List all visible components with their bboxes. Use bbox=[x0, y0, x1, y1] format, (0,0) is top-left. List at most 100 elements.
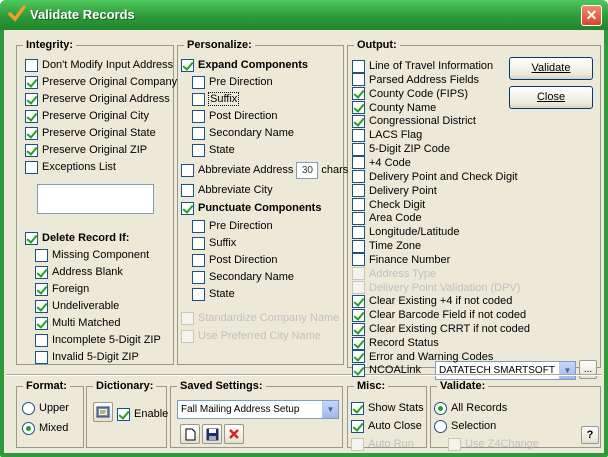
checkbox-box[interactable] bbox=[352, 294, 365, 308]
checkbox-box[interactable] bbox=[352, 142, 365, 156]
ncoalink-browse-button[interactable]: ... bbox=[579, 360, 597, 379]
close-window-button[interactable]: ✕ bbox=[581, 5, 602, 26]
checkbox-box[interactable] bbox=[352, 363, 365, 377]
checkbox-box[interactable] bbox=[181, 163, 194, 177]
checkbox-box[interactable] bbox=[192, 143, 205, 157]
integrity-preserve-original-state-checkbox[interactable]: Preserve Original State bbox=[25, 125, 156, 141]
delete-multi-matched-checkbox[interactable]: Multi Matched bbox=[35, 315, 120, 331]
checkbox-box[interactable] bbox=[25, 160, 38, 174]
integrity-preserve-original-city-checkbox[interactable]: Preserve Original City bbox=[25, 108, 149, 124]
abbreviate-address-checkbox[interactable]: Abbreviate Address 30 chars bbox=[181, 161, 348, 179]
radio-button[interactable] bbox=[434, 419, 447, 433]
punctuate-suffix-checkbox[interactable]: Suffix bbox=[192, 235, 236, 251]
checkbox-box[interactable] bbox=[352, 253, 365, 267]
validate-button[interactable]: Validate bbox=[509, 57, 593, 80]
checkbox-box[interactable] bbox=[192, 109, 205, 123]
checkbox-box[interactable] bbox=[352, 101, 365, 115]
checkbox-box[interactable] bbox=[35, 350, 48, 364]
help-button[interactable]: ? bbox=[581, 426, 599, 444]
checkbox-box[interactable] bbox=[352, 336, 365, 350]
punctuate-state-checkbox[interactable]: State bbox=[192, 286, 235, 302]
checkbox-box[interactable] bbox=[25, 58, 38, 72]
title-bar[interactable]: Validate Records ✕ bbox=[0, 0, 608, 30]
checkbox-box[interactable] bbox=[192, 270, 205, 284]
checkbox-box[interactable] bbox=[35, 333, 48, 347]
expand-secondary-name-checkbox[interactable]: Secondary Name bbox=[192, 125, 294, 141]
checkbox-box[interactable] bbox=[181, 58, 194, 72]
dictionary-icon[interactable] bbox=[93, 402, 113, 422]
checkbox-box[interactable] bbox=[192, 75, 205, 89]
format-upper-radio[interactable]: Upper bbox=[22, 400, 69, 416]
checkbox-box[interactable] bbox=[192, 126, 205, 140]
abbreviate-chars-input[interactable]: 30 bbox=[296, 161, 319, 179]
checkbox-box[interactable] bbox=[192, 253, 205, 267]
save-settings-button[interactable] bbox=[202, 424, 222, 444]
expand-pre-direction-checkbox[interactable]: Pre Direction bbox=[192, 74, 273, 90]
checkbox-box[interactable] bbox=[352, 225, 365, 239]
radio-button[interactable] bbox=[22, 421, 35, 435]
checkbox-box[interactable] bbox=[352, 211, 365, 225]
delete-undeliverable-checkbox[interactable]: Undeliverable bbox=[35, 298, 119, 314]
checkbox-box[interactable] bbox=[352, 114, 365, 128]
checkbox-box[interactable] bbox=[352, 59, 365, 73]
checkbox-box[interactable] bbox=[25, 143, 38, 157]
close-button[interactable]: Close bbox=[509, 86, 593, 109]
checkbox-box[interactable] bbox=[352, 87, 365, 101]
delete-address-blank-checkbox[interactable]: Address Blank bbox=[35, 264, 123, 280]
delete-record-if-checkbox[interactable]: Delete Record If: bbox=[25, 230, 129, 246]
validate-all-records-radio[interactable]: All Records bbox=[434, 400, 507, 416]
checkbox-box[interactable] bbox=[192, 236, 205, 250]
checkbox-box[interactable] bbox=[25, 92, 38, 106]
integrity-don-t-modify-input-address-checkbox[interactable]: Don't Modify Input Address bbox=[25, 57, 173, 73]
checkbox-box[interactable] bbox=[181, 183, 194, 197]
integrity-preserve-original-zip-checkbox[interactable]: Preserve Original ZIP bbox=[25, 142, 147, 158]
checkbox-box[interactable] bbox=[352, 73, 365, 87]
integrity-preserve-original-company-checkbox[interactable]: Preserve Original Company bbox=[25, 74, 177, 90]
checkbox-box[interactable] bbox=[25, 109, 38, 123]
delete-missing-component-checkbox[interactable]: Missing Component bbox=[35, 247, 149, 263]
checkbox-box[interactable] bbox=[35, 282, 48, 296]
checkbox-box[interactable] bbox=[117, 407, 130, 421]
checkbox-box[interactable] bbox=[25, 126, 38, 140]
punctuate-secondary-name-checkbox[interactable]: Secondary Name bbox=[192, 269, 294, 285]
checkbox-box[interactable] bbox=[192, 92, 205, 106]
punctuate-components-checkbox[interactable]: Punctuate Components bbox=[181, 200, 321, 216]
checkbox-box[interactable] bbox=[192, 219, 205, 233]
expand-post-direction-checkbox[interactable]: Post Direction bbox=[192, 108, 277, 124]
expand-components-checkbox[interactable]: Expand Components bbox=[181, 57, 308, 73]
validate-selection-radio[interactable]: Selection bbox=[434, 418, 496, 434]
checkbox-box[interactable] bbox=[181, 201, 194, 215]
checkbox-box[interactable] bbox=[352, 128, 365, 142]
checkbox-box[interactable] bbox=[192, 287, 205, 301]
saved-settings-select[interactable]: Fall Mailing Address Setup ▼ bbox=[177, 400, 339, 419]
abbreviate-city-checkbox[interactable]: Abbreviate City bbox=[181, 182, 273, 198]
checkbox-box[interactable] bbox=[35, 299, 48, 313]
checkbox-box[interactable] bbox=[35, 265, 48, 279]
integrity-exceptions-list-checkbox[interactable]: Exceptions List bbox=[25, 159, 116, 175]
checkbox-box[interactable] bbox=[352, 239, 365, 253]
punctuate-post-direction-checkbox[interactable]: Post Direction bbox=[192, 252, 277, 268]
checkbox-box[interactable] bbox=[352, 308, 365, 322]
checkbox-box[interactable] bbox=[352, 184, 365, 198]
integrity-preserve-original-address-checkbox[interactable]: Preserve Original Address bbox=[25, 91, 170, 107]
delete-incomplete-5-digit-zip-checkbox[interactable]: Incomplete 5-Digit ZIP bbox=[35, 332, 161, 348]
delete-settings-button[interactable] bbox=[224, 424, 244, 444]
punctuate-pre-direction-checkbox[interactable]: Pre Direction bbox=[192, 218, 273, 234]
radio-button[interactable] bbox=[434, 401, 447, 415]
checkbox-box[interactable] bbox=[352, 156, 365, 170]
checkbox-box[interactable] bbox=[25, 75, 38, 89]
enable-checkbox[interactable]: Enable bbox=[117, 406, 168, 422]
checkbox-box[interactable] bbox=[352, 322, 365, 336]
expand-state-checkbox[interactable]: State bbox=[192, 142, 235, 158]
checkbox-box[interactable] bbox=[35, 316, 48, 330]
ncoalink-checkbox[interactable]: NCOALink bbox=[352, 362, 421, 378]
new-settings-button[interactable] bbox=[180, 424, 200, 444]
radio-button[interactable] bbox=[22, 401, 35, 415]
checkbox-box[interactable] bbox=[352, 170, 365, 184]
checkbox-box[interactable] bbox=[351, 401, 364, 415]
delete-invalid-5-digit-zip-checkbox[interactable]: Invalid 5-Digit ZIP bbox=[35, 349, 139, 365]
misc-auto-close-checkbox[interactable]: Auto Close bbox=[351, 418, 422, 434]
checkbox-box[interactable] bbox=[352, 198, 365, 211]
delete-foreign-checkbox[interactable]: Foreign bbox=[35, 281, 89, 297]
expand-suffix-checkbox[interactable]: Suffix bbox=[192, 91, 240, 107]
